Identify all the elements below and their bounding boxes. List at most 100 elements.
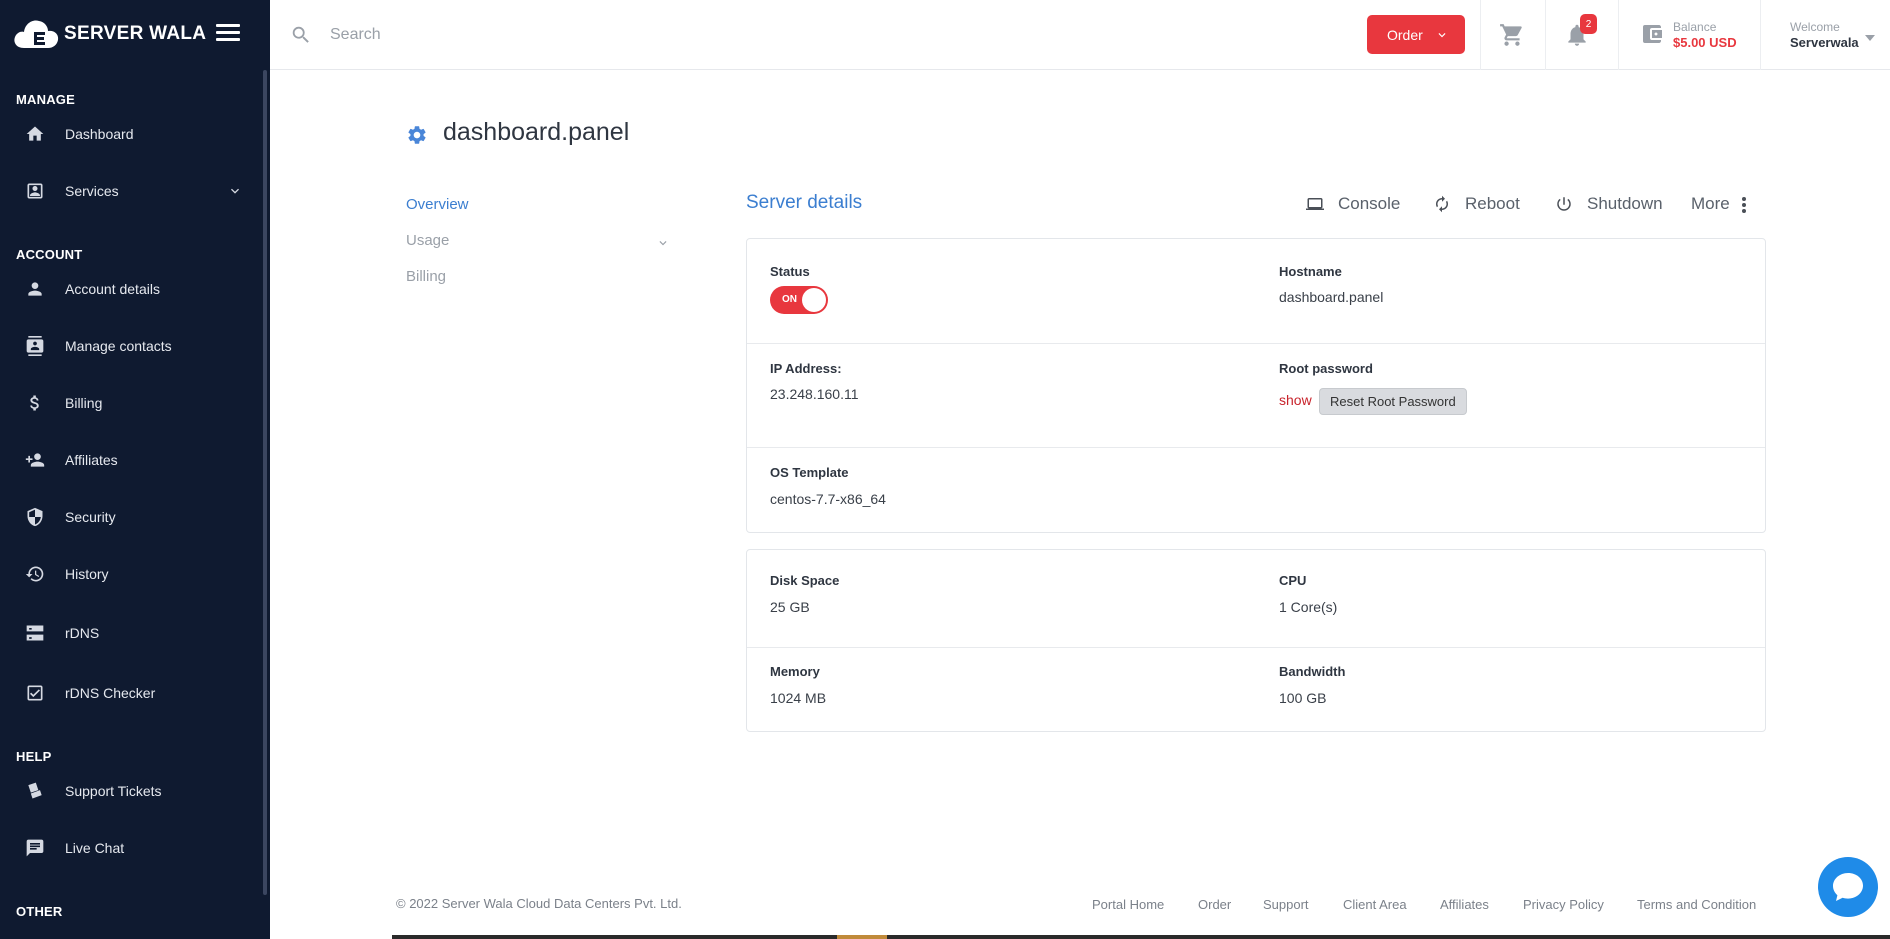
memory-value: 1024 MB — [770, 690, 827, 706]
order-button[interactable]: Order — [1367, 15, 1465, 54]
services-icon — [24, 180, 46, 202]
sidebar-item-manage-contacts[interactable]: Manage contacts — [0, 326, 260, 366]
console-label: Console — [1338, 194, 1401, 213]
section-title: Server details — [746, 192, 863, 213]
balance-label: Balance — [1673, 20, 1717, 34]
footer-link-portal-home[interactable]: Portal Home — [1092, 897, 1164, 912]
check-box-icon — [24, 682, 46, 704]
power-icon — [1557, 197, 1571, 211]
disk-space-value: 25 GB — [770, 599, 810, 615]
chevron-down-icon[interactable] — [656, 236, 670, 250]
row-divider — [747, 447, 1765, 448]
disk-space-label: Disk Space — [770, 573, 840, 588]
footer-link-affiliates[interactable]: Affiliates — [1440, 897, 1489, 912]
more-vertical-icon[interactable] — [1737, 196, 1751, 214]
menu-toggle-icon[interactable] — [216, 24, 240, 44]
search-icon — [290, 24, 312, 46]
chevron-down-icon — [1438, 33, 1446, 38]
footer-link-support[interactable]: Support — [1263, 897, 1309, 912]
caret-down-icon[interactable] — [1864, 30, 1876, 41]
welcome-label: Welcome — [1790, 20, 1840, 34]
sidebar-item-rdns[interactable]: rDNS — [0, 613, 260, 653]
server-details-card: Status ON Hostname dashboard.panel IP Ad… — [746, 238, 1766, 533]
sidebar-item-label: Dashboard — [65, 126, 134, 142]
bandwidth-label: Bandwidth — [1279, 664, 1346, 679]
sidebar-item-billing[interactable]: Billing — [0, 383, 260, 423]
bottom-bar — [392, 935, 1890, 939]
root-password-label: Root password — [1279, 361, 1373, 376]
shield-icon — [24, 506, 46, 528]
username[interactable]: Serverwala — [1790, 35, 1859, 50]
sidebar-item-security[interactable]: Security — [0, 497, 260, 537]
footer-link-order[interactable]: Order — [1198, 897, 1231, 912]
subnav-usage[interactable]: Usage — [406, 232, 449, 249]
cloud-logo-icon — [14, 20, 59, 48]
notification-badge: 2 — [1580, 14, 1597, 34]
hostname-value: dashboard.panel — [1279, 289, 1384, 305]
footer-link-privacy-policy[interactable]: Privacy Policy — [1523, 897, 1604, 912]
sidebar-item-rdns-checker[interactable]: rDNS Checker — [0, 673, 260, 713]
ticket-icon — [24, 780, 46, 802]
contacts-icon — [24, 335, 46, 357]
brand-name: SERVER WALA — [64, 23, 207, 44]
row-divider — [747, 647, 1765, 648]
status-toggle[interactable]: ON — [770, 286, 828, 314]
refresh-icon — [1436, 195, 1448, 213]
sidebar-item-history[interactable]: History — [0, 554, 260, 594]
os-template-label: OS Template — [770, 465, 849, 480]
sidebar-item-live-chat[interactable]: Live Chat — [0, 828, 260, 868]
topbar-divider — [1480, 0, 1481, 70]
topbar: Order 2 Balance $5.00 USD Welcome Server… — [270, 0, 1890, 70]
reset-root-password-button[interactable]: Reset Root Password — [1319, 388, 1467, 415]
sidebar-item-services[interactable]: Services — [0, 171, 260, 211]
brand-logo[interactable]: SERVER WALA — [12, 14, 206, 54]
cpu-label: CPU — [1279, 573, 1307, 588]
sidebar-item-label: Live Chat — [65, 840, 125, 856]
subnav-billing[interactable]: Billing — [406, 268, 446, 285]
status-toggle-text: ON — [782, 294, 797, 305]
sidebar-item-account-details[interactable]: Account details — [0, 269, 260, 309]
chat-bubble-icon — [1833, 873, 1863, 901]
sidebar-item-label: Billing — [65, 395, 103, 411]
sidebar-item-label: History — [65, 566, 109, 582]
shutdown-button[interactable]: Shutdown — [1555, 192, 1663, 216]
more-button[interactable]: More — [1691, 192, 1730, 216]
order-button-label: Order — [1387, 26, 1423, 43]
ip-address-value: 23.248.160.11 — [770, 386, 859, 402]
show-password-link[interactable]: show — [1279, 392, 1312, 408]
search-input[interactable] — [330, 20, 830, 50]
more-label: More — [1691, 194, 1730, 213]
server-resources-card: Disk Space 25 GB CPU 1 Core(s) Memory 10… — [746, 549, 1766, 732]
cpu-value: 1 Core(s) — [1279, 599, 1338, 615]
sidebar-item-label: Manage contacts — [65, 338, 172, 354]
topbar-divider — [1760, 0, 1761, 70]
sidebar-item-label: rDNS Checker — [65, 685, 156, 701]
sidebar-item-support-tickets[interactable]: Support Tickets — [0, 771, 260, 811]
sidebar-section-manage: MANAGE — [16, 92, 75, 107]
cart-icon[interactable] — [1499, 22, 1525, 48]
balance-value[interactable]: $5.00 USD — [1673, 35, 1737, 50]
memory-label: Memory — [770, 664, 820, 679]
chevron-down-icon[interactable] — [227, 183, 243, 199]
footer-link-client-area[interactable]: Client Area — [1343, 897, 1407, 912]
os-template-value: centos-7.7-x86_64 — [770, 491, 886, 507]
live-chat-button[interactable] — [1818, 857, 1878, 917]
sidebar-item-label: Security — [65, 509, 116, 525]
footer-link-terms[interactable]: Terms and Condition — [1637, 897, 1756, 912]
sidebar-section-other: OTHER — [16, 904, 63, 919]
subnav-overview[interactable]: Overview — [406, 196, 469, 213]
ip-address-label: IP Address: — [770, 361, 842, 376]
sidebar-item-label: rDNS — [65, 625, 100, 641]
sidebar-item-dashboard[interactable]: Dashboard — [0, 114, 260, 154]
dollar-icon — [24, 392, 46, 414]
add-people-icon — [24, 449, 46, 471]
footer-copyright: © 2022 Server Wala Cloud Data Centers Pv… — [396, 896, 682, 911]
sidebar-scrollbar[interactable] — [263, 70, 267, 895]
sidebar-item-label: Affiliates — [65, 452, 118, 468]
home-icon — [24, 123, 46, 145]
sidebar-item-affiliates[interactable]: Affiliates — [0, 440, 260, 480]
reboot-button[interactable]: Reboot — [1433, 192, 1520, 216]
console-button[interactable]: Console — [1306, 192, 1400, 216]
sidebar-item-label: Account details — [65, 281, 160, 297]
sidebar-section-account: ACCOUNT — [16, 247, 83, 262]
